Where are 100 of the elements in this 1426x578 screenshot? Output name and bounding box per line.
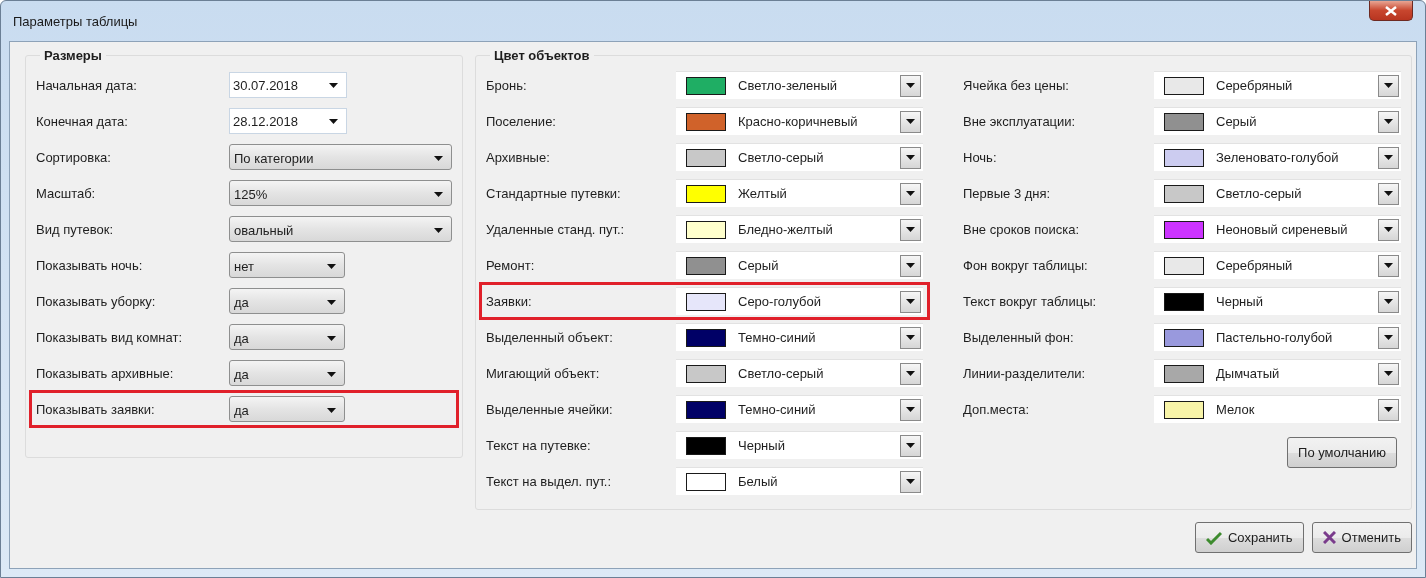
dropdown[interactable]: да [229, 360, 345, 386]
caret-icon [906, 191, 915, 196]
color-dropdown[interactable]: Серебряный [1154, 71, 1401, 99]
default-button[interactable]: По умолчанию [1287, 437, 1397, 468]
color-dropdown[interactable]: Зеленовато-голубой [1154, 143, 1401, 171]
color-dropdown[interactable]: Дымчатый [1154, 359, 1401, 387]
dropdown-button[interactable] [900, 470, 921, 493]
close-button[interactable] [1369, 1, 1413, 21]
dropdown-button[interactable] [1378, 362, 1399, 385]
dropdown-button[interactable] [1378, 326, 1399, 349]
dropdown-button[interactable] [900, 74, 921, 97]
color-dropdown[interactable]: Серебряный [1154, 251, 1401, 279]
color-dropdown[interactable]: Мелок [1154, 395, 1401, 423]
dropdown-button[interactable] [900, 254, 921, 277]
field-label: Показывать архивные: [36, 365, 175, 381]
close-icon [1385, 5, 1397, 16]
field-label: Выделенные ячейки: [486, 401, 614, 417]
color-dropdown[interactable]: Неоновый сиреневый [1154, 215, 1401, 243]
caret-icon [1384, 371, 1393, 376]
dropdown-button[interactable] [1378, 146, 1399, 169]
caret-icon [906, 407, 915, 412]
caret-icon [434, 156, 443, 161]
color-dropdown[interactable]: Серый [1154, 107, 1401, 135]
field-label: Выделенный фон: [963, 329, 1075, 345]
color-dropdown[interactable]: Темно-синий [676, 323, 923, 351]
color-dropdown[interactable]: Пастельно-голубой [1154, 323, 1401, 351]
field-label: Удаленные станд. пут.: [486, 221, 626, 237]
dropdown[interactable]: да [229, 396, 345, 422]
cancel-button[interactable]: Отменить [1311, 522, 1412, 553]
field-label: Начальная дата: [36, 77, 138, 93]
caret-icon [1384, 155, 1393, 160]
dropdown[interactable]: нет [229, 252, 345, 278]
field-label: Фон вокруг таблицы: [963, 257, 1089, 273]
dropdown-button[interactable] [900, 182, 921, 205]
color-dropdown[interactable]: Темно-синий [676, 395, 923, 423]
dropdown-button[interactable] [1378, 110, 1399, 133]
caret-icon [1384, 227, 1393, 232]
dropdown[interactable]: По категории [229, 144, 452, 170]
caret-icon [906, 155, 915, 160]
dropdown-button[interactable] [1378, 290, 1399, 313]
field-label: Доп.места: [963, 401, 1031, 417]
caret-icon [434, 228, 443, 233]
color-dropdown[interactable]: Светло-серый [676, 143, 923, 171]
color-dropdown[interactable]: Светло-серый [676, 359, 923, 387]
checkmark-icon [1206, 530, 1222, 545]
window-title: Параметры таблицы [12, 13, 138, 29]
caret-icon [1384, 299, 1393, 304]
color-dropdown[interactable]: Красно-коричневый [676, 107, 923, 135]
dropdown-button[interactable] [900, 146, 921, 169]
color-dropdown[interactable]: Светло-серый [1154, 179, 1401, 207]
field-label: Текст на путевке: [486, 437, 592, 453]
dropdown-button[interactable] [1378, 398, 1399, 421]
field-label: Конечная дата: [36, 113, 129, 129]
dropdown-button[interactable] [900, 398, 921, 421]
field-label: Ячейка без цены: [963, 77, 1070, 93]
caret-icon [1384, 263, 1393, 268]
color-dropdown[interactable]: Бледно-желтый [676, 215, 923, 243]
dropdown[interactable]: да [229, 324, 345, 350]
color-dropdown[interactable]: Белый [676, 467, 923, 495]
caret-icon [1384, 335, 1393, 340]
dropdown[interactable]: да [229, 288, 345, 314]
dropdown-button[interactable] [900, 362, 921, 385]
cross-icon [1322, 531, 1336, 544]
color-dropdown[interactable]: Желтый [676, 179, 923, 207]
dropdown-button[interactable] [1378, 218, 1399, 241]
color-dropdown[interactable]: Светло-зеленый [676, 71, 923, 99]
dropdown-button[interactable] [900, 218, 921, 241]
caret-icon [906, 299, 915, 304]
dropdown-button[interactable] [900, 434, 921, 457]
caret-icon [329, 82, 338, 88]
dropdown[interactable]: овальный [229, 216, 452, 242]
field-label: Архивные: [486, 149, 551, 165]
field-label: Сортировка: [36, 149, 112, 165]
color-dropdown[interactable]: Серо-голубой [676, 287, 923, 315]
color-dropdown[interactable]: Черный [1154, 287, 1401, 315]
dropdown-button[interactable] [1378, 74, 1399, 97]
field-label: Показывать ночь: [36, 257, 144, 273]
caret-icon [1384, 191, 1393, 196]
caret-icon [906, 263, 915, 268]
date-field[interactable]: 28.12.2018 [229, 108, 347, 134]
save-button[interactable]: Сохранить [1195, 522, 1304, 553]
color-dropdown[interactable]: Черный [676, 431, 923, 459]
caret-icon [434, 192, 443, 197]
date-field[interactable]: 30.07.2018 [229, 72, 347, 98]
field-label: Показывать вид комнат: [36, 329, 184, 345]
field-label: Стандартные путевки: [486, 185, 622, 201]
color-dropdown[interactable]: Серый [676, 251, 923, 279]
field-label: Текст на выдел. пут.: [486, 473, 613, 489]
dropdown[interactable]: 125% [229, 180, 452, 206]
field-label: Заявки: [486, 293, 533, 309]
field-label: Линии-разделители: [963, 365, 1087, 381]
caret-icon [906, 119, 915, 124]
field-label: Масштаб: [36, 185, 97, 201]
dropdown-button[interactable] [900, 290, 921, 313]
dropdown-button[interactable] [1378, 254, 1399, 277]
dropdown-button[interactable] [900, 326, 921, 349]
caret-icon [906, 227, 915, 232]
field-label: Показывать заявки: [36, 401, 156, 417]
dropdown-button[interactable] [900, 110, 921, 133]
dropdown-button[interactable] [1378, 182, 1399, 205]
